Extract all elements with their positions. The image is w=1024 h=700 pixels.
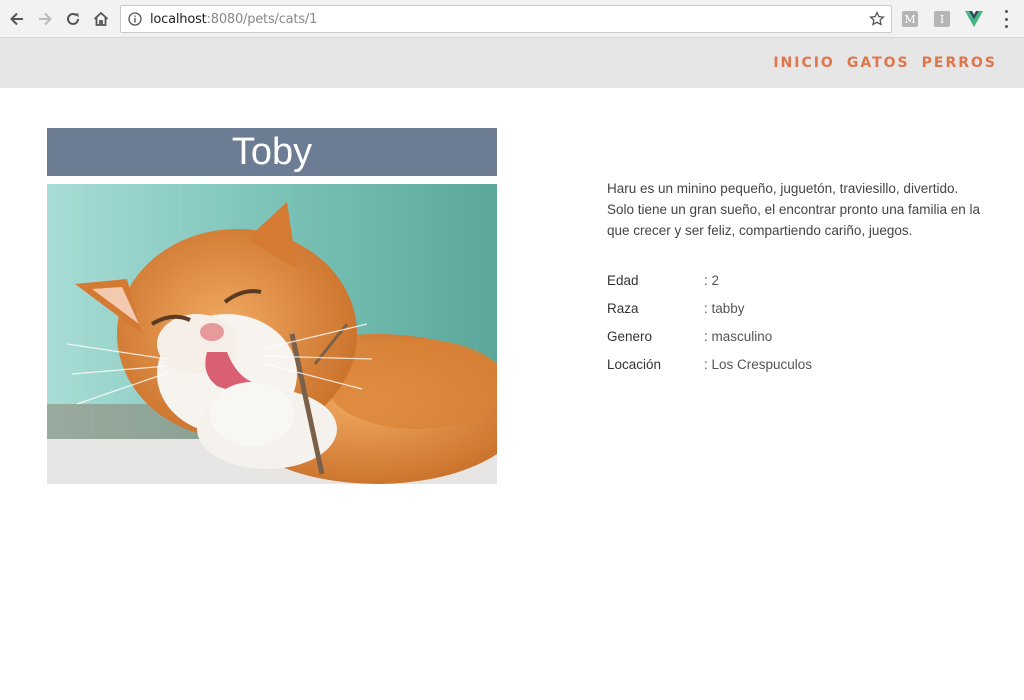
nav-link-gatos[interactable]: GATOS (847, 55, 910, 71)
pet-description: Haru es un minino pequeño, juguetón, tra… (607, 181, 980, 238)
url-host: localhost (150, 12, 207, 27)
detail-value: : masculino (704, 328, 773, 344)
detail-label: Edad (607, 272, 639, 288)
pet-photo (47, 184, 497, 484)
browser-toolbar: localhost:8080/pets/cats/1 M I (0, 0, 1024, 38)
site-header: INICIO GATOS PERROS (0, 38, 1024, 88)
detail-row-locacion: Locación : Los Crespuculos (607, 350, 812, 378)
detail-value: : tabby (704, 300, 745, 316)
arrow-right-icon (39, 12, 52, 26)
detail-label: Locación (607, 356, 662, 372)
detail-row-genero: Genero : masculino (607, 322, 812, 350)
extension-m-icon[interactable]: M (902, 11, 918, 27)
pet-details: Edad : 2 Raza : tabby Genero : masculino… (607, 266, 812, 378)
back-button[interactable] (6, 8, 28, 30)
arrow-left-icon (10, 12, 23, 26)
detail-value: : Los Crespuculos (704, 356, 813, 372)
pet-name: Toby (47, 128, 497, 176)
home-icon (93, 11, 109, 26)
detail-label: Raza (607, 300, 639, 316)
extension-i-icon[interactable]: I (934, 11, 950, 27)
nav-link-perros[interactable]: PERROS (922, 55, 997, 71)
home-button[interactable] (90, 8, 112, 30)
forward-button[interactable] (34, 8, 56, 30)
nav-link-inicio[interactable]: INICIO (773, 55, 835, 71)
main-nav: INICIO GATOS PERROS (773, 55, 997, 71)
cat-image (47, 184, 497, 484)
detail-row-raza: Raza : tabby (607, 294, 812, 322)
reload-button[interactable] (62, 8, 84, 30)
detail-value: : 2 (704, 272, 720, 288)
menu-icon[interactable] (1000, 10, 1012, 28)
url-path: :8080/pets/cats/1 (206, 12, 318, 27)
info-icon[interactable] (128, 12, 142, 26)
url-text: localhost:8080/pets/cats/1 (150, 12, 317, 27)
detail-row-edad: Edad : 2 (607, 266, 812, 294)
detail-label: Genero (607, 328, 653, 344)
reload-icon (67, 12, 79, 25)
vue-devtools-icon[interactable] (965, 11, 983, 27)
bookmark-star-icon[interactable] (869, 11, 885, 27)
address-bar[interactable]: localhost:8080/pets/cats/1 (120, 5, 892, 33)
